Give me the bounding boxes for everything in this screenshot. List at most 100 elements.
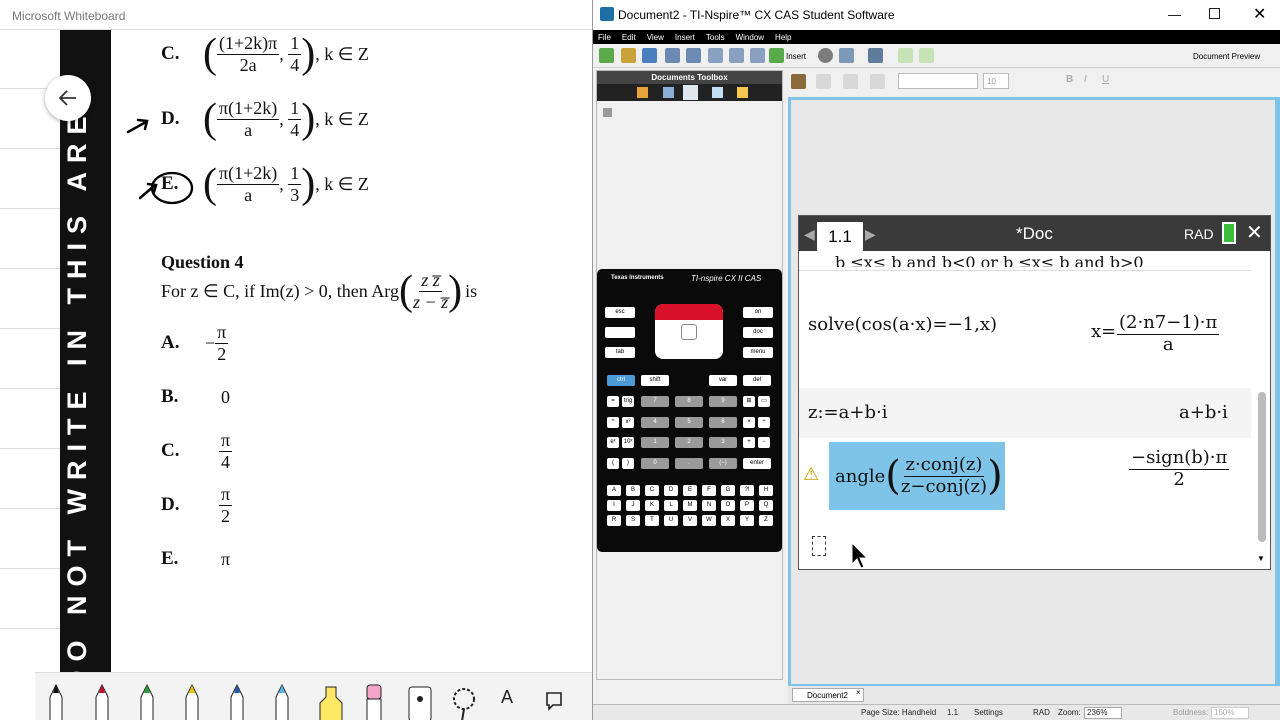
- scrollbar[interactable]: ▼: [1254, 252, 1270, 569]
- utilities-icon[interactable]: [737, 87, 748, 98]
- key-letter[interactable]: ?!: [740, 485, 754, 496]
- key-exp[interactable]: eˣ: [607, 437, 619, 448]
- previous-page-icon[interactable]: [898, 48, 913, 63]
- key-letter[interactable]: R: [607, 515, 621, 526]
- page-sorter-icon[interactable]: [663, 87, 674, 98]
- key-lparen[interactable]: (: [607, 458, 619, 469]
- italic-icon[interactable]: I: [1084, 74, 1087, 85]
- key-letter[interactable]: J: [626, 500, 640, 511]
- key-letter[interactable]: F: [702, 485, 716, 496]
- new-document-icon[interactable]: [599, 48, 614, 63]
- key-letter[interactable]: G: [721, 485, 735, 496]
- text-color-icon[interactable]: [870, 74, 885, 89]
- key-3[interactable]: 3: [709, 437, 737, 448]
- key-letter[interactable]: O: [721, 500, 735, 511]
- key-letter[interactable]: M: [683, 500, 697, 511]
- key-multiply[interactable]: ×: [743, 417, 755, 428]
- key-letter[interactable]: Y: [740, 515, 754, 526]
- undo-icon[interactable]: [665, 48, 680, 63]
- document-tab[interactable]: Document2: [792, 688, 864, 702]
- key-tab[interactable]: tab: [605, 347, 635, 358]
- underline-icon[interactable]: U: [1102, 74, 1109, 85]
- key-letter[interactable]: L: [664, 500, 678, 511]
- settings-button[interactable]: Settings: [974, 708, 1003, 717]
- tab-right-icon[interactable]: ▶: [865, 226, 876, 243]
- key-template[interactable]: ⊞: [743, 396, 755, 407]
- menu-help[interactable]: Help: [775, 33, 791, 42]
- key-catalog[interactable]: ▭: [758, 396, 770, 407]
- key-letter[interactable]: Q: [759, 500, 773, 511]
- save-icon[interactable]: [642, 48, 657, 63]
- key-letter[interactable]: V: [683, 515, 697, 526]
- bold-icon[interactable]: B: [1066, 74, 1073, 85]
- zoom-select[interactable]: 236%: [1084, 707, 1122, 719]
- document-preview-button[interactable]: Document Preview: [1193, 52, 1260, 61]
- close-tab-icon[interactable]: ×: [856, 688, 861, 697]
- handheld-tab-icon[interactable]: [683, 85, 698, 100]
- scroll-thumb[interactable]: [1258, 392, 1266, 542]
- ruler-icon[interactable]: [407, 683, 433, 720]
- key-minus[interactable]: −: [758, 437, 770, 448]
- text-tool-icon[interactable]: A: [501, 687, 519, 720]
- key-shift[interactable]: shift: [641, 375, 669, 386]
- boldness-select[interactable]: 150%: [1211, 707, 1249, 719]
- key-letter[interactable]: P: [740, 500, 754, 511]
- key-letter[interactable]: D: [664, 485, 678, 496]
- tools-tab-icon[interactable]: [637, 87, 648, 98]
- screenshot-icon[interactable]: [868, 48, 883, 63]
- keypad-menu-icon[interactable]: [603, 108, 612, 117]
- copy-icon[interactable]: [729, 48, 744, 63]
- maximize-icon[interactable]: [1209, 8, 1220, 19]
- lasso-icon[interactable]: [451, 683, 477, 720]
- key-7[interactable]: 7: [641, 396, 669, 407]
- key-letter[interactable]: C: [645, 485, 659, 496]
- key-rparen[interactable]: ): [622, 458, 634, 469]
- back-button[interactable]: [45, 75, 91, 121]
- menu-insert[interactable]: Insert: [675, 33, 695, 42]
- menu-tools[interactable]: Tools: [706, 33, 725, 42]
- open-icon[interactable]: [621, 48, 636, 63]
- key-letter[interactable]: A: [607, 485, 621, 496]
- close-doc-icon[interactable]: ✕: [1246, 220, 1263, 245]
- light-blue-pen-icon[interactable]: [273, 683, 291, 720]
- menu-file[interactable]: File: [598, 33, 611, 42]
- key-letter[interactable]: E: [683, 485, 697, 496]
- key-equals[interactable]: =: [607, 396, 619, 407]
- selected-entry[interactable]: angle ( z·conj(z) z−conj(z) ): [829, 442, 1005, 510]
- key-scratchpad[interactable]: [605, 327, 635, 338]
- tools-icon[interactable]: [791, 74, 806, 89]
- key-2[interactable]: 2: [675, 437, 703, 448]
- page-size[interactable]: Page Size: Handheld: [861, 708, 936, 717]
- menu-window[interactable]: Window: [736, 33, 764, 42]
- fill-color-icon[interactable]: [816, 74, 831, 89]
- page-tab[interactable]: 1.1: [817, 222, 863, 252]
- key-letter[interactable]: N: [702, 500, 716, 511]
- key-8[interactable]: 8: [675, 396, 703, 407]
- minimize-icon[interactable]: —: [1168, 7, 1181, 22]
- cut-icon[interactable]: [708, 48, 723, 63]
- next-page-icon[interactable]: [919, 48, 934, 63]
- green-pen-icon[interactable]: [138, 683, 156, 720]
- key-letter[interactable]: Z: [759, 515, 773, 526]
- paste-icon[interactable]: [750, 48, 765, 63]
- key-letter[interactable]: K: [645, 500, 659, 511]
- key-pow10[interactable]: 10ˣ: [622, 437, 634, 448]
- touchpad[interactable]: [655, 304, 723, 359]
- layout-icon[interactable]: [839, 48, 854, 63]
- font-size-select[interactable]: 10: [983, 73, 1009, 89]
- key-decimal[interactable]: .: [675, 458, 703, 469]
- click-center[interactable]: [681, 324, 697, 340]
- key-esc[interactable]: esc: [605, 307, 635, 318]
- black-pen-icon[interactable]: [47, 683, 65, 720]
- key-caret[interactable]: ^: [607, 417, 619, 428]
- entry-cursor[interactable]: [812, 536, 826, 556]
- key-letter[interactable]: X: [721, 515, 735, 526]
- eraser-icon[interactable]: [365, 683, 383, 720]
- variables-icon[interactable]: [818, 48, 833, 63]
- entry-input[interactable]: z:=a+b·i: [808, 402, 887, 423]
- shape-tool-icon[interactable]: [544, 683, 564, 720]
- menu-view[interactable]: View: [647, 33, 664, 42]
- key-negative[interactable]: (−): [709, 458, 737, 469]
- key-0[interactable]: 0: [641, 458, 669, 469]
- red-pen-icon[interactable]: [93, 683, 111, 720]
